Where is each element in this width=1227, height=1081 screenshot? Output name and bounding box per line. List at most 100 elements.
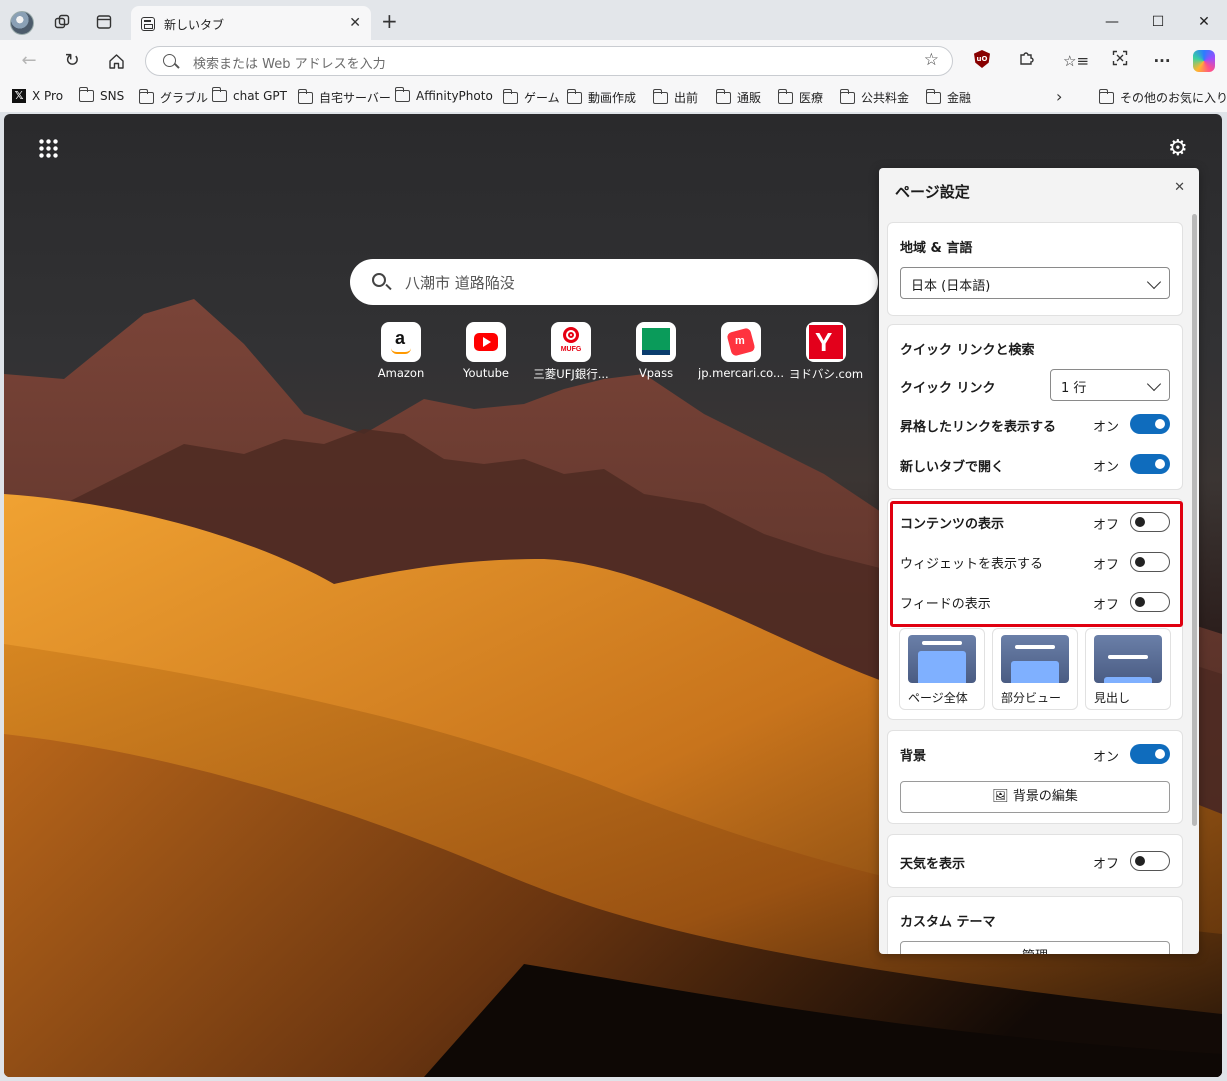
promoted-links-label: 昇格したリンクを表示する xyxy=(900,420,1057,435)
folder-icon xyxy=(138,88,154,104)
vpass-logo-icon xyxy=(636,322,676,362)
app-launcher-icon[interactable] xyxy=(38,138,58,158)
home-icon[interactable] xyxy=(103,49,129,73)
folder-icon xyxy=(566,88,582,104)
folder-icon xyxy=(715,88,731,104)
folder-icon xyxy=(78,87,94,102)
region-language-card: 地域 & 言語 日本 (日本語) xyxy=(887,222,1183,316)
annotation-highlight-box xyxy=(890,501,1183,627)
quick-links-rows-select[interactable]: 1 行 xyxy=(1050,369,1170,401)
quick-links-heading: クイック リンクと検索 xyxy=(900,343,1035,358)
bookmark-folder-medical[interactable]: 医療 xyxy=(777,88,823,106)
show-weather-state: オフ xyxy=(1093,857,1120,872)
bookmark-folder-delivery[interactable]: 出前 xyxy=(652,88,698,106)
background-toggle[interactable] xyxy=(1130,744,1170,764)
quick-link-vpass[interactable]: Vpass xyxy=(613,322,699,380)
bookmark-folder-sns[interactable]: SNS xyxy=(78,87,124,103)
quick-link-amazon[interactable]: a Amazon xyxy=(358,322,444,380)
bookmark-folder-utilities[interactable]: 公共料金 xyxy=(839,88,909,106)
quick-link-mercari[interactable]: m jp.mercari.co... xyxy=(698,322,784,380)
edit-background-button[interactable]: 🖼 背景の編集 xyxy=(900,781,1170,813)
address-placeholder: 検索または Web アドレスを入力 xyxy=(193,57,386,72)
bookmark-folder-shopping[interactable]: 通販 xyxy=(715,88,761,106)
amazon-logo-icon: a xyxy=(381,322,421,362)
x-logo-icon: 𝕏 xyxy=(12,89,26,103)
quick-link-mufg[interactable]: MUFG 三菱UFJ銀行... xyxy=(528,322,614,382)
layout-option-headings[interactable]: 見出し xyxy=(1085,628,1171,710)
search-icon xyxy=(372,273,386,287)
workspaces-icon[interactable] xyxy=(51,11,73,33)
more-menu-icon[interactable]: ··· xyxy=(1150,50,1174,72)
bookmark-folder-home-server[interactable]: 自宅サーバー xyxy=(297,88,391,106)
region-heading: 地域 & 言語 xyxy=(900,241,973,256)
quick-links-label: クイック リンク xyxy=(900,381,996,396)
bookmark-folder-video[interactable]: 動画作成 xyxy=(566,88,636,106)
bookmark-folder-other-favorites[interactable]: その他のお気に入り xyxy=(1098,88,1227,106)
page-settings-gear-icon[interactable]: ⚙ xyxy=(1168,136,1188,161)
background-card: 背景 オン 🖼 背景の編集 xyxy=(887,730,1183,824)
full-page-layout-icon xyxy=(908,635,976,683)
weather-card: 天気を表示 オフ xyxy=(887,834,1183,888)
back-arrow-icon[interactable]: ← xyxy=(16,49,42,73)
favorite-star-icon[interactable]: ☆ xyxy=(924,50,939,70)
extensions-puzzle-icon[interactable] xyxy=(1014,50,1038,72)
bookmarks-bar: 𝕏X Pro SNS グラブル chat GPT 自宅サーバー Affinity… xyxy=(0,82,1227,112)
region-select[interactable]: 日本 (日本語) xyxy=(900,267,1170,299)
open-in-new-tab-state: オン xyxy=(1093,460,1120,475)
folder-icon xyxy=(211,87,227,102)
youtube-logo-icon xyxy=(466,322,506,362)
navigation-toolbar: ← ↻ 検索または Web アドレスを入力 ☆ ☆≡ ··· xyxy=(0,40,1227,82)
bookmark-folder-finance[interactable]: 金融 xyxy=(925,88,971,106)
address-bar[interactable]: 検索または Web アドレスを入力 ☆ xyxy=(145,46,953,76)
screenshot-icon[interactable] xyxy=(1108,50,1132,72)
bookmark-folder-chatgpt[interactable]: chat GPT xyxy=(211,87,287,103)
manage-theme-button[interactable]: 管理 xyxy=(900,941,1170,954)
bookmark-folder-granblue[interactable]: グラブル xyxy=(138,88,208,106)
chevron-down-icon xyxy=(1146,274,1162,290)
title-bar: 新しいタブ ✕ + — ☐ ✕ xyxy=(0,0,1227,44)
layout-option-partial-view[interactable]: 部分ビュー xyxy=(992,628,1078,710)
panel-close-icon[interactable]: ✕ xyxy=(1174,180,1185,195)
quick-link-youtube[interactable]: Youtube xyxy=(443,322,529,380)
custom-theme-card: カスタム テーマ 管理 xyxy=(887,896,1183,954)
close-window-button[interactable]: ✕ xyxy=(1189,10,1219,34)
profile-avatar[interactable] xyxy=(10,11,34,35)
bookmark-folder-affinityphoto[interactable]: AffinityPhoto xyxy=(394,87,493,103)
image-icon: 🖼 xyxy=(992,789,1009,804)
partial-view-layout-icon xyxy=(1001,635,1069,683)
headings-layout-icon xyxy=(1094,635,1162,683)
mercari-logo-icon: m xyxy=(721,322,761,362)
show-weather-toggle[interactable] xyxy=(1130,851,1170,871)
folder-icon xyxy=(652,88,668,104)
search-text: 八潮市 道路陥没 xyxy=(405,274,515,292)
promoted-links-toggle[interactable] xyxy=(1130,414,1170,434)
folder-icon xyxy=(502,88,518,104)
bookmark-x-pro[interactable]: 𝕏X Pro xyxy=(12,89,63,103)
bookmarks-overflow-chevron-icon[interactable]: › xyxy=(1056,87,1062,106)
panel-scrollbar[interactable] xyxy=(1192,214,1197,826)
tab-title: 新しいタブ xyxy=(164,18,225,32)
new-tab-button[interactable]: + xyxy=(381,10,398,32)
open-in-new-tab-toggle[interactable] xyxy=(1130,454,1170,474)
folder-icon xyxy=(777,88,793,104)
maximize-button[interactable]: ☐ xyxy=(1143,10,1173,34)
search-icon xyxy=(163,54,176,67)
open-in-new-tab-label: 新しいタブで開く xyxy=(900,460,1005,475)
bookmark-folder-games[interactable]: ゲーム xyxy=(502,88,560,106)
layout-option-full-page[interactable]: ページ全体 xyxy=(899,628,985,710)
tab-actions-icon[interactable] xyxy=(93,11,115,33)
copilot-icon[interactable] xyxy=(1193,50,1215,72)
promoted-links-state: オン xyxy=(1093,420,1120,435)
refresh-icon[interactable]: ↻ xyxy=(59,49,85,73)
tab-close-icon[interactable]: ✕ xyxy=(349,15,361,31)
tab-new-tab[interactable]: 新しいタブ ✕ xyxy=(131,6,371,44)
minimize-button[interactable]: — xyxy=(1097,10,1127,34)
yodobashi-logo-icon: Y xyxy=(806,322,846,362)
favorites-list-icon[interactable]: ☆≡ xyxy=(1063,50,1089,72)
web-search-box[interactable]: 八潮市 道路陥没 xyxy=(350,259,878,305)
panel-title: ページ設定 xyxy=(895,183,970,201)
folder-icon xyxy=(297,88,313,104)
mufg-logo-icon: MUFG xyxy=(551,322,591,362)
background-state: オン xyxy=(1093,750,1120,765)
quick-link-yodobashi[interactable]: Y ヨドバシ.com xyxy=(783,322,869,382)
